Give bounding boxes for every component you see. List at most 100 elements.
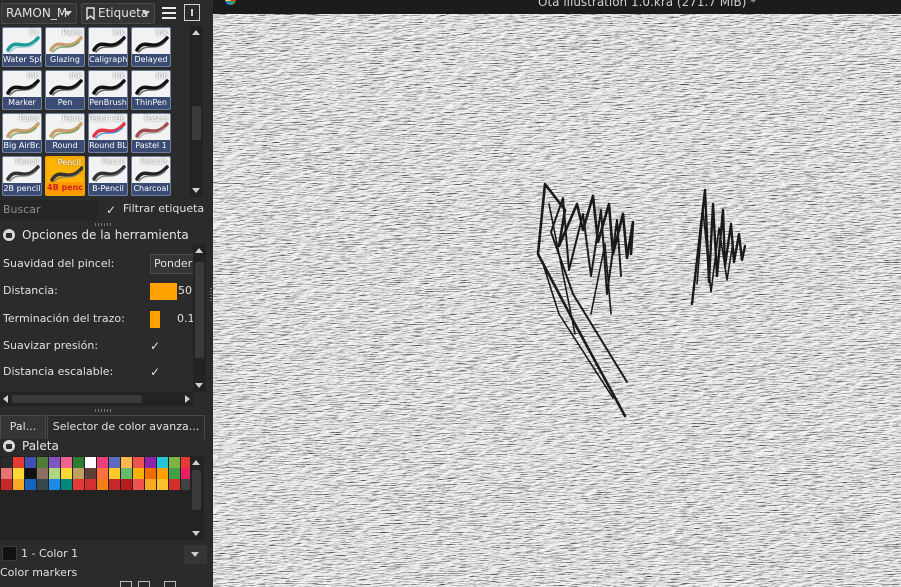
palette-swatch[interactable] bbox=[49, 468, 60, 479]
brush-preset[interactable]: Ink Marker bbox=[2, 70, 42, 110]
palette-swatch[interactable] bbox=[121, 457, 132, 468]
palette-swatch[interactable] bbox=[97, 479, 108, 490]
brush-preset[interactable]: Ink ThinPen bbox=[131, 70, 171, 110]
palette-swatch[interactable] bbox=[169, 479, 180, 490]
palette-swatch[interactable] bbox=[37, 468, 48, 479]
tag-combo[interactable]: Etiqueta bbox=[81, 3, 155, 24]
splitter-handle[interactable] bbox=[95, 409, 113, 412]
undock-icon[interactable] bbox=[184, 4, 200, 21]
palette-swatch[interactable] bbox=[85, 479, 96, 490]
scroll-down-icon[interactable] bbox=[192, 531, 200, 536]
brush-preset[interactable]: Pencil B-Pencil bbox=[88, 156, 128, 196]
palette-swatch[interactable] bbox=[1, 468, 12, 479]
brush-preset[interactable]: Pencil 2B pencil bbox=[2, 156, 42, 196]
palette-swatch[interactable] bbox=[1, 479, 12, 490]
chevron-down-icon[interactable] bbox=[184, 545, 207, 564]
palette-swatch[interactable] bbox=[133, 479, 144, 490]
brush-preset[interactable]: Ink Delayed bbox=[131, 27, 171, 67]
preset-category: Pastel bbox=[144, 114, 168, 123]
palette-swatch[interactable] bbox=[133, 468, 144, 479]
marker-list-icon[interactable] bbox=[138, 581, 150, 587]
smoothing-combo[interactable]: Ponder bbox=[150, 254, 195, 274]
palette-swatch[interactable] bbox=[73, 479, 84, 490]
scroll-up-icon[interactable] bbox=[192, 30, 200, 35]
palette-swatch[interactable] bbox=[61, 457, 72, 468]
scalable-distance-checkbox[interactable]: ✓ bbox=[150, 359, 160, 385]
palette-swatch[interactable] bbox=[145, 479, 156, 490]
distance-slider[interactable] bbox=[150, 283, 177, 300]
lock-icon[interactable] bbox=[3, 440, 15, 452]
brush-preset[interactable]: Ink Caligraph bbox=[88, 27, 128, 67]
palette-scrollbar[interactable] bbox=[190, 456, 204, 540]
marker-grid-icon[interactable] bbox=[120, 581, 132, 587]
marker-add-icon[interactable] bbox=[164, 581, 176, 587]
scroll-left-icon[interactable] bbox=[3, 395, 8, 403]
palette-swatch[interactable] bbox=[109, 457, 120, 468]
palette-swatch[interactable] bbox=[25, 479, 36, 490]
scroll-up-icon[interactable] bbox=[195, 248, 203, 253]
scrollbar-thumb[interactable] bbox=[12, 395, 142, 403]
current-color-selector[interactable]: 1 - Color 1 bbox=[0, 543, 209, 565]
scrollbar-thumb[interactable] bbox=[195, 262, 204, 358]
brush-preset[interactable]: Paint Big AirBr. bbox=[2, 113, 42, 153]
palette-swatch[interactable] bbox=[61, 468, 72, 479]
palette-swatch[interactable] bbox=[37, 479, 48, 490]
palette-swatch[interactable] bbox=[37, 457, 48, 468]
palette-swatch[interactable] bbox=[73, 468, 84, 479]
palette-swatch[interactable] bbox=[85, 468, 96, 479]
brush-preset[interactable]: Pastel Pastel 1 bbox=[131, 113, 171, 153]
palette-swatch[interactable] bbox=[49, 479, 60, 490]
brush-preset[interactable]: Paint+BL Round BL bbox=[88, 113, 128, 153]
brush-preset[interactable]: Paint Glazing bbox=[45, 27, 85, 67]
scrollbar-thumb[interactable] bbox=[192, 106, 201, 140]
palette-swatch[interactable] bbox=[169, 468, 180, 479]
palette-swatch[interactable] bbox=[73, 457, 84, 468]
palette-swatch[interactable] bbox=[97, 457, 108, 468]
canvas-paper[interactable] bbox=[213, 14, 901, 587]
brush-preset[interactable]: Pencils Charcoal bbox=[131, 156, 171, 196]
palette-swatch[interactable] bbox=[121, 468, 132, 479]
tool-options-hscrollbar[interactable] bbox=[0, 392, 193, 406]
brush-preset[interactable]: Fx Water Spl bbox=[2, 27, 42, 67]
palette-swatch[interactable] bbox=[13, 457, 24, 468]
resource-combo[interactable]: RAMON_M bbox=[1, 3, 77, 24]
lock-icon[interactable] bbox=[3, 229, 15, 241]
palette-swatch[interactable] bbox=[25, 457, 36, 468]
palette-swatch[interactable] bbox=[109, 479, 120, 490]
menu-icon[interactable] bbox=[160, 4, 178, 22]
palette-swatch[interactable] bbox=[157, 457, 168, 468]
stroke-ending-slider[interactable] bbox=[150, 311, 160, 328]
brush-preset[interactable]: Ink PenBrush bbox=[88, 70, 128, 110]
palette-swatch[interactable] bbox=[169, 457, 180, 468]
palette-swatch[interactable] bbox=[133, 457, 144, 468]
palette-swatch[interactable] bbox=[49, 457, 60, 468]
palette-swatch[interactable] bbox=[61, 479, 72, 490]
palette-swatch[interactable] bbox=[157, 479, 168, 490]
palette-swatch[interactable] bbox=[109, 468, 120, 479]
smooth-pressure-checkbox[interactable]: ✓ bbox=[150, 333, 160, 359]
brush-preset[interactable]: Ink Pen bbox=[45, 70, 85, 110]
preset-search-input[interactable]: Buscar bbox=[0, 200, 98, 220]
palette-swatch[interactable] bbox=[121, 479, 132, 490]
brush-preset[interactable]: Paint Round bbox=[45, 113, 85, 153]
palette-swatch[interactable] bbox=[25, 468, 36, 479]
drawing-canvas[interactable] bbox=[213, 14, 901, 587]
palette-swatch[interactable] bbox=[13, 479, 24, 490]
scroll-down-icon[interactable] bbox=[192, 188, 200, 193]
filter-tag-checkbox[interactable]: ✓ bbox=[106, 203, 116, 217]
presets-scrollbar[interactable] bbox=[190, 26, 203, 197]
palette-swatch[interactable] bbox=[145, 468, 156, 479]
palette-swatch[interactable] bbox=[145, 457, 156, 468]
scrollbar-thumb[interactable] bbox=[192, 470, 201, 510]
scroll-right-icon[interactable] bbox=[185, 395, 190, 403]
palette-swatch[interactable] bbox=[1, 457, 12, 468]
brush-preset[interactable]: Pencil 4B pencil bbox=[45, 156, 85, 196]
scroll-up-icon[interactable] bbox=[192, 460, 200, 465]
scroll-down-icon[interactable] bbox=[195, 383, 203, 388]
palette-swatch[interactable] bbox=[97, 468, 108, 479]
stroke-ending-value: 0.1 bbox=[177, 312, 195, 325]
palette-swatch[interactable] bbox=[157, 468, 168, 479]
palette-swatch[interactable] bbox=[85, 457, 96, 468]
palette-swatch[interactable] bbox=[13, 468, 24, 479]
tool-options-scrollbar[interactable] bbox=[193, 244, 206, 392]
